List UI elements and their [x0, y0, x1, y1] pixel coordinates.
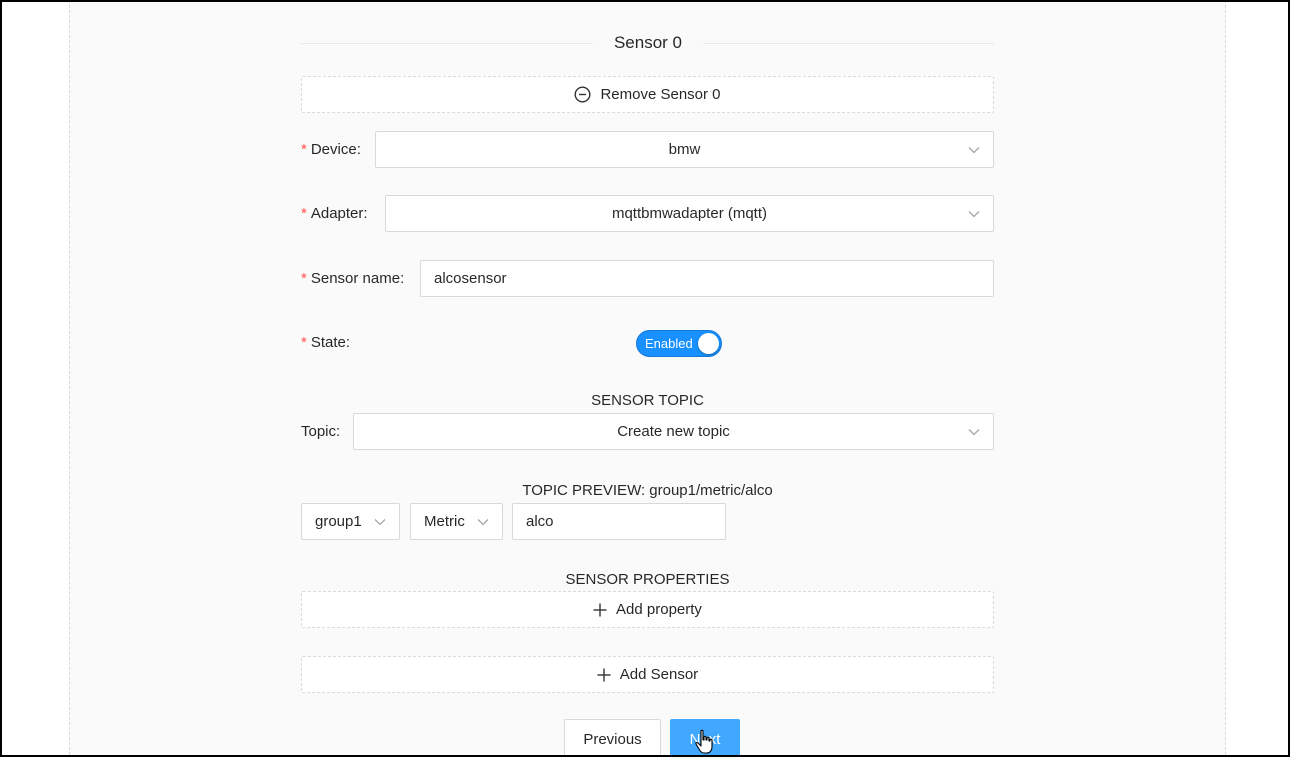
remove-sensor-label: Remove Sensor 0: [600, 86, 721, 103]
form-panel: [69, 2, 1226, 755]
required-mark: *: [301, 205, 307, 222]
app-frame: Sensor 0 Remove Sensor 0 * Device : bmw …: [0, 0, 1290, 757]
group-value: group1: [315, 513, 362, 530]
state-switch[interactable]: Enabled: [636, 330, 722, 357]
adapter-value: mqttbmwadapter (mqtt): [611, 205, 768, 222]
minus-circle-icon: [574, 86, 591, 103]
topic-name-input[interactable]: alco: [512, 503, 726, 540]
plus-icon: [597, 668, 611, 682]
device-colon: :: [356, 141, 361, 158]
sensor-name-value: alcosensor: [434, 270, 507, 287]
chevron-down-icon: [967, 425, 981, 439]
remove-sensor-button[interactable]: Remove Sensor 0: [301, 76, 994, 113]
add-sensor-label: Add Sensor: [619, 666, 699, 683]
chevron-down-icon: [476, 515, 490, 529]
device-value: bmw: [668, 141, 701, 158]
device-select[interactable]: bmw: [375, 131, 994, 168]
topic-colon: :: [336, 423, 341, 440]
hand-cursor-icon: [695, 729, 715, 755]
topic-label: Topic: [301, 423, 337, 440]
add-property-button[interactable]: Add property: [301, 591, 994, 628]
sensor-name-label: Sensor name: [310, 270, 401, 287]
required-mark: *: [301, 334, 307, 351]
device-label-row: * Device :: [301, 131, 361, 168]
type-select[interactable]: Metric: [410, 503, 503, 540]
chevron-down-icon: [373, 515, 387, 529]
topic-name-value: alco: [526, 513, 554, 530]
adapter-select[interactable]: mqttbmwadapter (mqtt): [385, 195, 994, 232]
group-select[interactable]: group1: [301, 503, 400, 540]
type-value: Metric: [424, 513, 465, 530]
sensor-properties-title: SENSOR PROPERTIES: [565, 571, 730, 588]
adapter-label-row: * Adapter :: [301, 195, 368, 232]
add-sensor-button[interactable]: Add Sensor: [301, 656, 994, 693]
topic-label-row: Topic :: [301, 413, 340, 450]
device-label: Device: [310, 141, 357, 158]
sensor-name-colon: :: [400, 270, 405, 287]
state-colon: :: [345, 334, 351, 351]
divider-right: [703, 43, 994, 44]
chevron-down-icon: [967, 207, 981, 221]
divider-left: [301, 43, 593, 44]
topic-preview: TOPIC PREVIEW: group1/metric/alco: [522, 482, 773, 499]
previous-button[interactable]: Previous: [564, 719, 661, 755]
state-switch-text: Enabled: [645, 336, 693, 351]
sensor-name-input[interactable]: alcosensor: [420, 260, 994, 297]
state-label-row: * State :: [301, 324, 350, 361]
switch-knob: [698, 333, 719, 354]
topic-value: Create new topic: [617, 423, 730, 440]
required-mark: *: [301, 141, 307, 158]
required-mark: *: [301, 270, 307, 287]
adapter-label: Adapter: [310, 205, 364, 222]
state-label: State: [310, 334, 346, 351]
sensor-name-label-row: * Sensor name :: [301, 260, 404, 297]
add-property-label: Add property: [616, 601, 702, 618]
chevron-down-icon: [967, 143, 981, 157]
sensor-title: Sensor 0: [613, 33, 683, 52]
topic-select[interactable]: Create new topic: [353, 413, 994, 450]
sensor-topic-title: SENSOR TOPIC: [591, 392, 704, 409]
adapter-colon: :: [363, 205, 368, 222]
plus-icon: [593, 603, 607, 617]
